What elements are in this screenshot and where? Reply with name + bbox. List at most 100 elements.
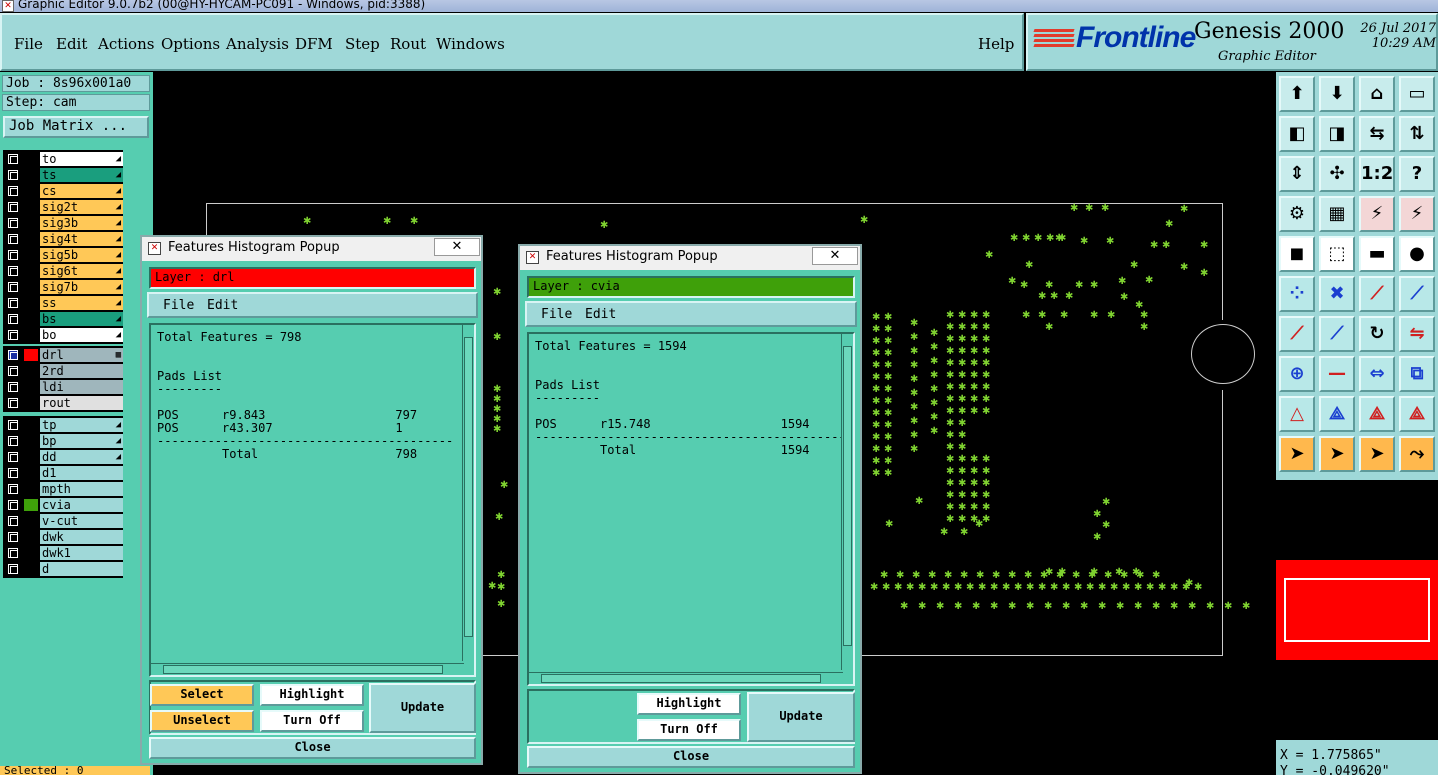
pointer-button[interactable]: ➤ [1279, 436, 1315, 472]
fit-window-button[interactable]: ▭ [1399, 76, 1435, 112]
pan-left-button[interactable]: ◧ [1279, 116, 1315, 152]
zoom-center-button[interactable]: ✣ [1319, 156, 1355, 192]
add-line-button[interactable]: ⟋ [1359, 276, 1395, 312]
close-button[interactable]: Close [149, 737, 476, 759]
pad-marker: ✱ [946, 442, 954, 453]
pad-marker: ✱ [1050, 291, 1058, 302]
turn-off-button[interactable]: Turn Off [637, 719, 741, 741]
pad-marker: ✱ [946, 346, 954, 357]
pad-marker: ✱ [910, 430, 918, 441]
pan-right-button[interactable]: ◨ [1319, 116, 1355, 152]
pad-marker: ✱ [1038, 582, 1046, 593]
histogram-report[interactable]: Total Features = 1594 Pads List --------… [527, 332, 855, 686]
flip-button[interactable]: ⇋ [1399, 316, 1435, 352]
zoom-fit-button[interactable]: ⇕ [1279, 156, 1315, 192]
pad-marker: ✱ [910, 318, 918, 329]
vertical-scrollbar[interactable] [462, 325, 474, 661]
house-button[interactable]: ⌂ [1359, 76, 1395, 112]
draw-slanted-button[interactable]: ⟋ [1319, 316, 1355, 352]
pad-marker: ✱ [946, 310, 954, 321]
overview-board-outline [1284, 578, 1430, 642]
move-box-button[interactable]: ⇔ [1359, 356, 1395, 392]
pad-marker: ✱ [495, 512, 503, 523]
pad-marker: ✱ [1242, 601, 1250, 612]
help-button[interactable]: ? [1399, 156, 1435, 192]
pad-marker: ✱ [900, 601, 908, 612]
copy-button[interactable]: ⧉ [1399, 356, 1435, 392]
pad-marker: ✱ [872, 372, 880, 383]
triangle-red-button[interactable]: ⟁ [1399, 396, 1435, 432]
pad-marker: ✱ [970, 370, 978, 381]
pad-marker: ✱ [1140, 322, 1148, 333]
triangle-button[interactable]: △ [1279, 396, 1315, 432]
highlight-button[interactable]: Highlight [637, 693, 741, 715]
triangle-arrow-button[interactable]: ⟁ [1359, 396, 1395, 432]
swap-button[interactable]: ⇅ [1399, 116, 1435, 152]
triangle-up-button[interactable]: ⟁ [1319, 396, 1355, 432]
draw-line-button[interactable]: ⟋ [1279, 316, 1315, 352]
cross-button[interactable]: ✖ [1319, 276, 1355, 312]
selected-count: Selected : 0 [0, 766, 150, 775]
popup-menu-edit[interactable]: Edit [207, 298, 238, 313]
pad-marker: ✱ [1080, 236, 1088, 247]
pad-marker: ✱ [1180, 204, 1188, 215]
route-button[interactable]: ⤳ [1399, 436, 1435, 472]
popup-close-icon[interactable]: ✕ [434, 238, 480, 256]
histogram-report[interactable]: Total Features = 798 Pads List ---------… [149, 323, 476, 677]
swap-icon: ⇅ [1409, 123, 1425, 144]
pad-marker: ✱ [1058, 567, 1066, 578]
pad-marker: ✱ [872, 456, 880, 467]
pointer-box-button[interactable]: ➤ [1319, 436, 1355, 472]
net-highlight-button[interactable]: ⚡ [1359, 196, 1395, 232]
select-button[interactable]: Select [150, 684, 254, 706]
mirror-button[interactable]: ⇆ [1359, 116, 1395, 152]
pad-marker: ✱ [872, 468, 880, 479]
horizontal-scrollbar[interactable] [151, 663, 464, 675]
add-arc-pad-button[interactable]: ⟋ [1399, 276, 1435, 312]
pad-marker: ✱ [946, 490, 954, 501]
pad-marker: ✱ [1165, 219, 1173, 230]
pad-marker: ✱ [872, 420, 880, 431]
pad-marker: ✱ [982, 322, 990, 333]
update-button[interactable]: Update [747, 692, 855, 742]
popup-close-icon[interactable]: ✕ [812, 247, 858, 265]
horizontal-scrollbar[interactable] [529, 672, 843, 684]
add-line-icon: ⟋ [1370, 283, 1384, 304]
select-box-button[interactable]: ⬚ [1319, 236, 1355, 272]
highlight-button[interactable]: Highlight [260, 684, 364, 706]
pad-marker: ✱ [860, 215, 868, 226]
grid-button[interactable]: ▦ [1319, 196, 1355, 232]
vertical-scrollbar[interactable] [841, 334, 853, 670]
pointer-shield-button[interactable]: ➤ [1359, 436, 1395, 472]
rotate-button[interactable]: ↻ [1359, 316, 1395, 352]
pad-marker: ✱ [880, 570, 888, 581]
net-compare-button[interactable]: ⚡ [1399, 196, 1435, 232]
select-dot-icon: ● [1409, 243, 1425, 264]
line-cut-button[interactable]: — [1319, 356, 1355, 392]
pad-marker: ✱ [884, 468, 892, 479]
add-feature-button[interactable]: ⊕ [1279, 356, 1315, 392]
popup-menu-edit[interactable]: Edit [585, 307, 616, 322]
select-dot-button[interactable]: ● [1399, 236, 1435, 272]
pointer-box-icon: ➤ [1329, 443, 1345, 464]
close-button[interactable]: Close [527, 746, 855, 768]
pad-marker: ✱ [1024, 570, 1032, 581]
pad-marker: ✱ [488, 581, 496, 592]
pad-marker: ✱ [946, 406, 954, 417]
ruler-button[interactable]: ▬ [1359, 236, 1395, 272]
scale-1-2-button[interactable]: 1:2 [1359, 156, 1395, 192]
select-pad-button[interactable]: ◼ [1279, 236, 1315, 272]
snapshot-button[interactable]: ⬆ [1279, 76, 1315, 112]
zoom-home-button[interactable]: ⬇ [1319, 76, 1355, 112]
turn-off-button[interactable]: Turn Off [260, 710, 364, 732]
zoom-home-icon: ⬇ [1329, 83, 1345, 104]
overview-panel[interactable] [1276, 482, 1438, 739]
update-button[interactable]: Update [369, 683, 476, 733]
popup-menu-file[interactable]: File [541, 307, 572, 322]
pad-marker: ✱ [1152, 570, 1160, 581]
unselect-button[interactable]: Unselect [150, 710, 254, 732]
pad-marker: ✱ [1055, 233, 1063, 244]
connect-nodes-button[interactable]: ⁘ [1279, 276, 1315, 312]
measure-button[interactable]: ⚙ [1279, 196, 1315, 232]
popup-menu-file[interactable]: File [163, 298, 194, 313]
